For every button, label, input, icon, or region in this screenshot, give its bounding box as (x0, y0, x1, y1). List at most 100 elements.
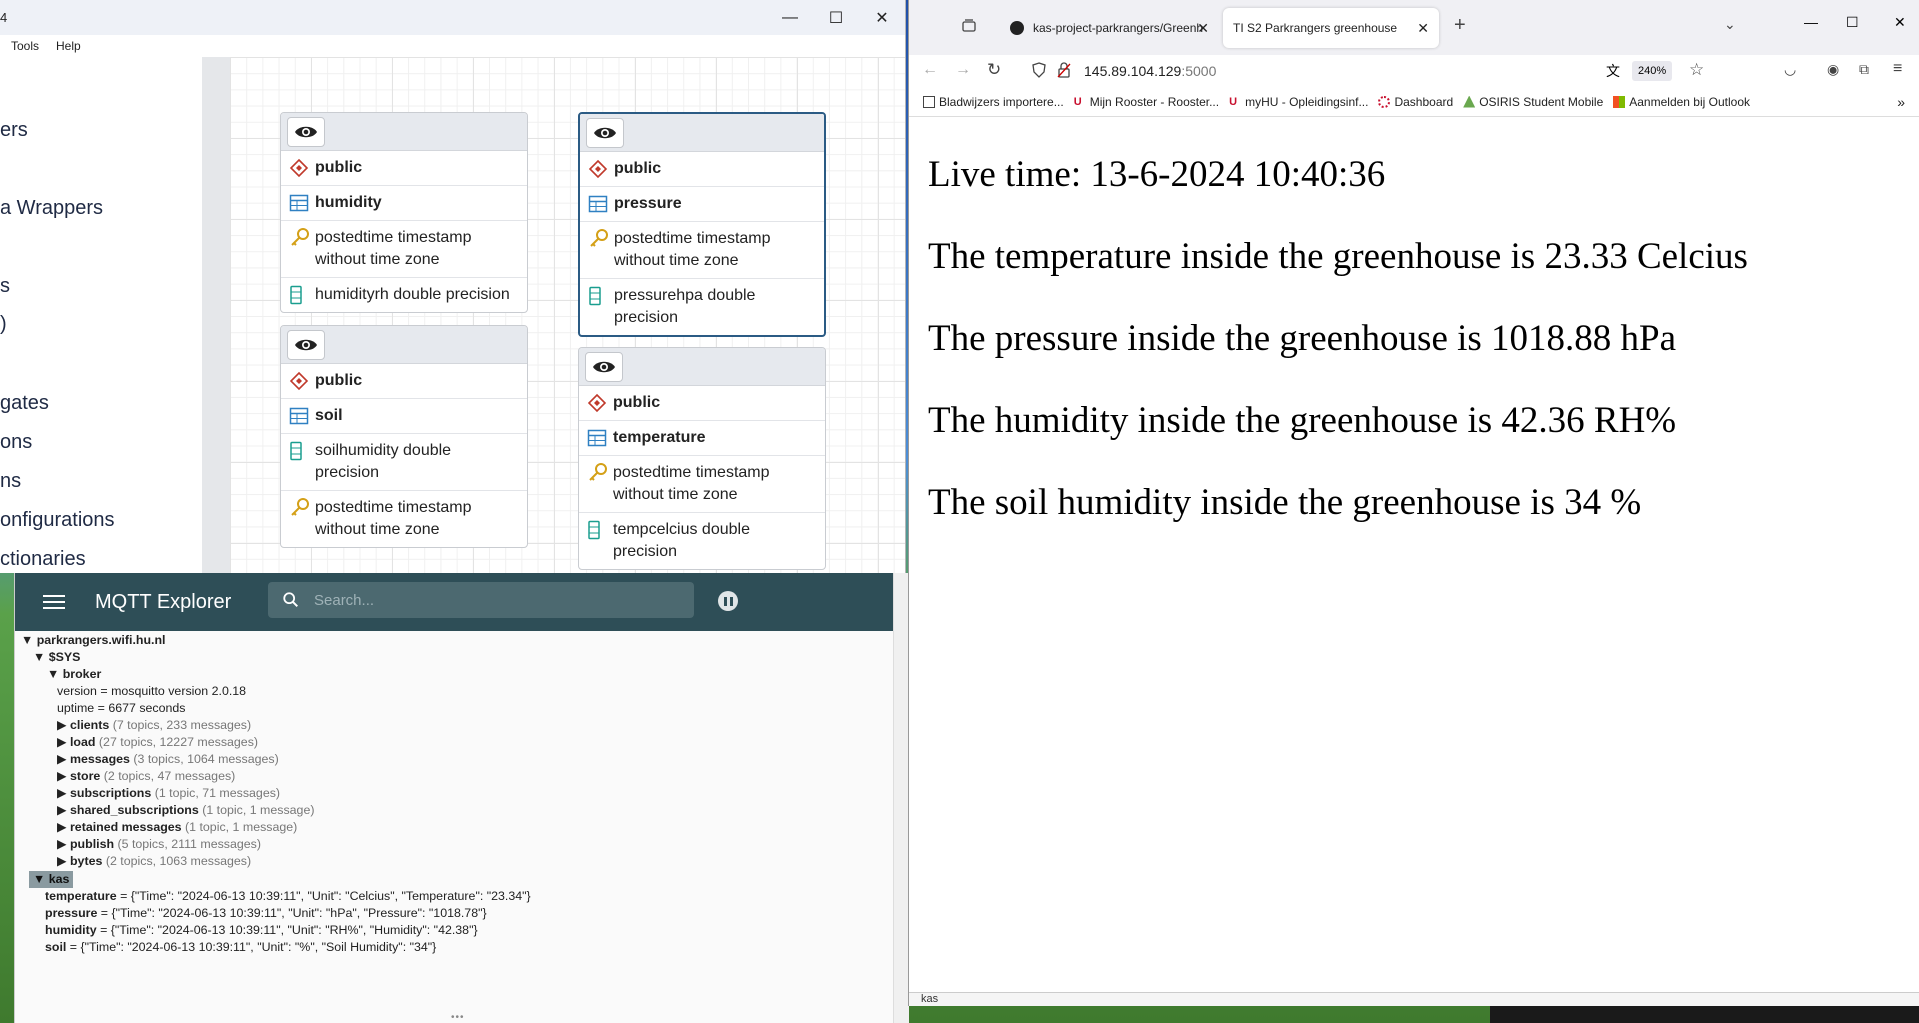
taskbar-strip (1490, 1006, 1919, 1023)
bookmark-myhu[interactable]: UmyHU - Opleidingsinf... (1229, 95, 1368, 109)
menu-help[interactable]: Help (56, 39, 81, 53)
mqtt-appbar: MQTT Explorer (15, 573, 908, 631)
erd-schema-row: public (281, 364, 527, 399)
bookmark-rooster[interactable]: U Mijn Rooster - Rooster... (1074, 95, 1219, 109)
firefox-window: kas-project-parkrangers/Greenh ✕ TI S2 P… (908, 0, 1919, 1006)
tree-kas[interactable]: ▼ kas (29, 871, 74, 888)
maximize-button[interactable]: ☐ (1846, 14, 1859, 31)
panel-divider[interactable] (202, 57, 230, 573)
tree-item[interactable]: a Wrappers (0, 197, 103, 220)
tree-item[interactable]: onfigurations (0, 509, 115, 532)
account-icon[interactable]: ◉ (1827, 61, 1839, 78)
insecure-lock-icon[interactable] (1057, 62, 1071, 83)
github-icon (1010, 21, 1024, 35)
tree-group[interactable]: ▶ retained messages (1 topic, 1 message) (57, 819, 297, 836)
tab-greenhouse[interactable]: TI S2 Parkrangers greenhouse ✕ (1223, 8, 1439, 48)
tree-group[interactable]: ▶ clients (7 topics, 233 messages) (57, 717, 251, 734)
eye-icon[interactable] (287, 116, 325, 147)
tree-group[interactable]: ▶ messages (3 topics, 1064 messages) (57, 751, 279, 768)
bookmark-outlook[interactable]: Aanmelden bij Outlook (1613, 95, 1750, 109)
tree-item[interactable]: s (0, 275, 10, 298)
eye-icon[interactable] (287, 329, 325, 360)
reload-icon[interactable]: ↻ (987, 60, 1001, 80)
erd-column-row: soilhumidity double precision (281, 434, 527, 491)
extensions-icon[interactable]: ⧉ (1859, 61, 1869, 78)
more-bookmarks-icon[interactable]: » (1897, 94, 1905, 110)
erd-table-soil[interactable]: public soil soilhumidity double precision p… (280, 325, 528, 548)
tab-bar: kas-project-parkrangers/Greenh ✕ TI S2 P… (909, 0, 1919, 55)
bookmark-osiris[interactable]: OSIRIS Student Mobile (1463, 95, 1603, 109)
tree-group[interactable]: ▶ shared_subscriptions (1 topic, 1 messa… (57, 802, 314, 819)
tree-broker[interactable]: ▼ broker (47, 666, 101, 683)
url-bar[interactable]: 145.89.104.129:5000 (1084, 55, 1216, 87)
search-icon (283, 592, 299, 608)
table-icon (588, 193, 614, 215)
maximize-button[interactable]: ☐ (813, 0, 859, 35)
shield-icon[interactable] (1032, 62, 1046, 83)
erd-table-humidity[interactable]: public humidity postedtime timestamp witho… (280, 112, 528, 313)
tree-topic[interactable]: temperature = {"Time": "2024-06-13 10:39… (45, 888, 531, 905)
menu-tools[interactable]: Tools (11, 39, 39, 53)
erd-table-pressure[interactable]: public pressure postedtime timestamp witho… (578, 112, 826, 337)
tree-item[interactable]: ctionaries (0, 548, 86, 571)
pgadmin-menubar: Tools Help (0, 35, 905, 57)
translate-icon[interactable]: 文 (1606, 61, 1620, 81)
tree-group[interactable]: ▶ bytes (2 topics, 1063 messages) (57, 853, 251, 870)
tree-group[interactable]: ▶ publish (5 topics, 2111 messages) (57, 836, 261, 853)
tree-topic[interactable]: humidity = {"Time": "2024-06-13 10:39:11… (45, 922, 478, 939)
tab-overview-icon[interactable] (961, 18, 977, 39)
erd-table-temperature[interactable]: public temperature postedtime timestamp wi… (578, 347, 826, 570)
pgadmin-title: 4 (0, 10, 8, 25)
bookmark-import[interactable]: Bladwijzers importere... (923, 95, 1064, 109)
erd-table-row: humidity (281, 186, 527, 221)
table-icon (587, 427, 613, 449)
tree-item[interactable]: ons (0, 431, 32, 454)
column-icon (587, 519, 613, 541)
tree-uptime[interactable]: uptime = 6677 seconds (57, 700, 186, 717)
tree-topic[interactable]: soil = {"Time": "2024-06-13 10:39:11", "… (45, 939, 436, 956)
bookmark-star-icon[interactable]: ☆ (1689, 60, 1704, 80)
tree-version[interactable]: version = mosquitto version 2.0.18 (57, 683, 246, 700)
pocket-icon[interactable]: ◡ (1784, 61, 1796, 78)
menu-icon[interactable]: ≡ (1893, 60, 1902, 78)
zoom-level[interactable]: 240% (1632, 61, 1673, 81)
search-input[interactable] (314, 591, 674, 609)
pause-icon[interactable] (718, 591, 738, 611)
object-explorer: ers a Wrappers s ) gates ons ns onfigura… (0, 57, 202, 573)
tree-group[interactable]: ▶ store (2 topics, 47 messages) (57, 768, 235, 785)
schema-icon (587, 392, 613, 414)
erd-canvas[interactable]: public humidity postedtime timestamp witho… (230, 57, 905, 573)
minimize-button[interactable]: — (1804, 14, 1818, 30)
hamburger-menu-icon[interactable] (43, 595, 65, 609)
tree-item[interactable]: gates (0, 392, 49, 415)
close-button[interactable]: ✕ (1894, 14, 1906, 31)
tree-group[interactable]: ▶ load (27 topics, 12227 messages) (57, 734, 258, 751)
bookmarks-toolbar: Bladwijzers importere... U Mijn Rooster -… (909, 87, 1919, 117)
erd-table-row: pressure (580, 187, 824, 222)
tree-topic[interactable]: pressure = {"Time": "2024-06-13 10:39:11… (45, 905, 487, 922)
close-tab-icon[interactable]: ✕ (1197, 20, 1209, 37)
erd-column-row: humidityrh double precision (281, 278, 527, 312)
tree-item[interactable]: ns (0, 470, 21, 493)
close-button[interactable]: ✕ (859, 0, 905, 35)
resize-grip[interactable]: ••• (451, 1012, 465, 1023)
eye-icon[interactable] (586, 117, 624, 148)
list-tabs-icon[interactable]: ⌄ (1724, 16, 1736, 33)
close-tab-icon[interactable]: ✕ (1417, 20, 1429, 37)
erd-column-row: pressurehpa double precision (580, 279, 824, 335)
page-content: Live time: 13-6-2024 10:40:36 The temper… (909, 117, 1919, 601)
search-box (268, 582, 694, 618)
forward-icon[interactable]: → (955, 61, 971, 79)
minimize-button[interactable]: — (767, 0, 813, 35)
new-tab-button[interactable]: + (1454, 14, 1466, 37)
tree-sys[interactable]: ▼ $SYS (33, 649, 80, 666)
eye-icon[interactable] (585, 351, 623, 382)
tree-item[interactable]: ers (0, 119, 28, 142)
tree-root[interactable]: ▼ parkrangers.wifi.hu.nl (21, 632, 165, 649)
tree-item[interactable]: ) (0, 313, 7, 336)
pressure-reading: The pressure inside the greenhouse is 10… (928, 318, 1677, 359)
tab-github[interactable]: kas-project-parkrangers/Greenh ✕ (999, 8, 1219, 48)
bookmark-dashboard[interactable]: Dashboard (1378, 95, 1453, 109)
tree-group[interactable]: ▶ subscriptions (1 topic, 71 messages) (57, 785, 280, 802)
back-icon[interactable]: ← (922, 61, 938, 79)
